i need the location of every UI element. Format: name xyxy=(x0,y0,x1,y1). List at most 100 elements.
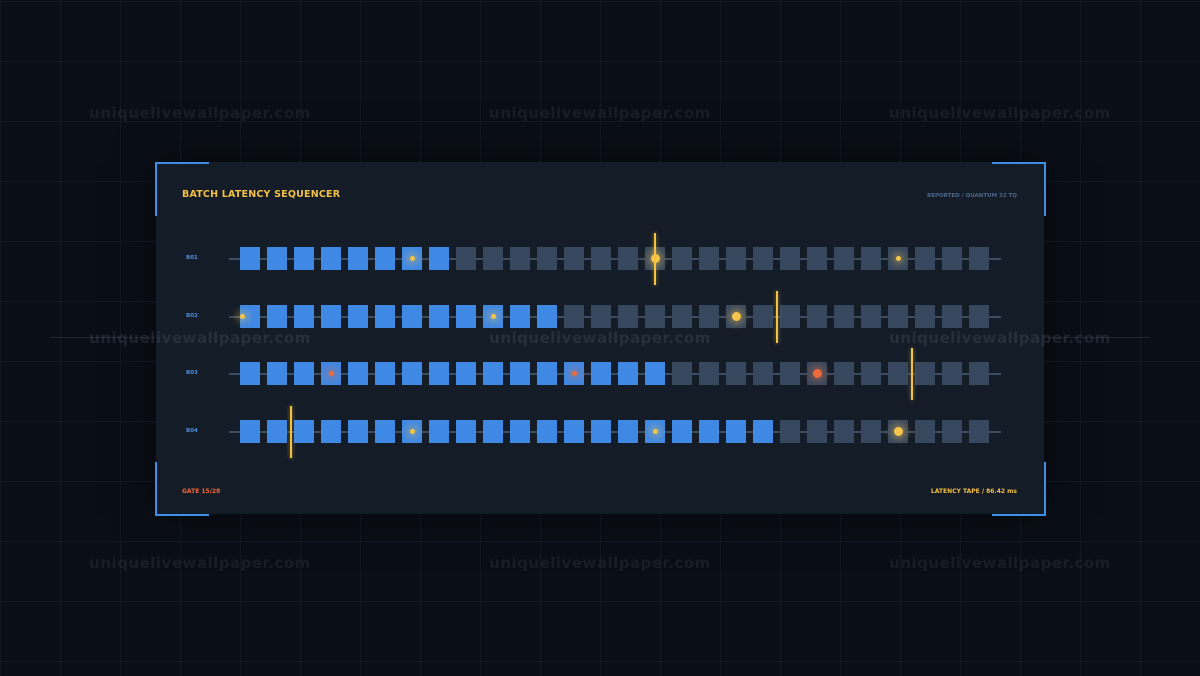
cell-active xyxy=(267,247,287,270)
cell-idle xyxy=(645,305,665,328)
cell-active xyxy=(294,247,314,270)
cell-active xyxy=(294,420,314,443)
cell-active xyxy=(456,362,476,385)
cell-idle xyxy=(915,362,935,385)
cell-active xyxy=(348,247,368,270)
cell-active xyxy=(375,420,395,443)
cell-idle xyxy=(699,305,719,328)
watermark: uniquelivewallpaper.com xyxy=(489,104,711,122)
cell-idle xyxy=(807,305,827,328)
cell-idle xyxy=(753,362,773,385)
gate-status: GATE 15/28 xyxy=(182,488,221,495)
watermark: uniquelivewallpaper.com xyxy=(889,554,1111,572)
latency-marker xyxy=(775,290,778,343)
cell-idle xyxy=(888,362,908,385)
row-label-b03: B03 xyxy=(186,369,198,376)
latency-dot xyxy=(239,314,245,319)
latency-marker xyxy=(654,232,656,285)
cell-idle xyxy=(780,305,800,328)
latency-dot xyxy=(812,369,822,378)
cell-idle xyxy=(807,247,827,270)
cell-idle xyxy=(672,362,692,385)
cell-active xyxy=(348,362,368,385)
cell-idle xyxy=(699,362,719,385)
cell-active xyxy=(429,305,449,328)
cell-idle xyxy=(969,420,989,443)
latency-marker xyxy=(289,405,292,458)
cell-idle xyxy=(834,420,854,443)
watermark: uniquelivewallpaper.com xyxy=(889,329,1111,347)
cell-active xyxy=(483,362,503,385)
latency-dot xyxy=(490,314,496,319)
cell-idle xyxy=(807,420,827,443)
cell-active xyxy=(294,362,314,385)
cell-idle xyxy=(969,362,989,385)
latency-tape-readout: LATENCY TAPE / 86.42 ms xyxy=(930,488,1017,495)
row-label-b04: B04 xyxy=(186,427,198,434)
cell-active xyxy=(537,305,557,328)
cell-active xyxy=(348,420,368,443)
cell-active xyxy=(456,305,476,328)
cell-idle xyxy=(942,362,962,385)
cell-active xyxy=(591,420,611,443)
cell-idle xyxy=(888,305,908,328)
wallpaper-background: uniquelivewallpaper.com uniquelivewallpa… xyxy=(0,0,1200,676)
cell-active xyxy=(267,420,287,443)
panel-subtitle: REPORTED / QUANTUM 32 TQ xyxy=(926,193,1017,199)
latency-dot xyxy=(652,429,658,434)
cell-active xyxy=(456,420,476,443)
cell-idle xyxy=(510,247,530,270)
row-track xyxy=(229,430,1001,433)
cell-active xyxy=(726,420,746,443)
cell-active xyxy=(564,420,584,443)
cell-active xyxy=(402,305,422,328)
cell-active xyxy=(483,420,503,443)
cell-active xyxy=(375,247,395,270)
cell-active xyxy=(375,305,395,328)
cell-active xyxy=(618,420,638,443)
watermark: uniquelivewallpaper.com xyxy=(489,554,711,572)
cell-active xyxy=(591,362,611,385)
cell-idle xyxy=(699,247,719,270)
cell-idle xyxy=(861,247,881,270)
panel-title: BATCH LATENCY SEQUENCER xyxy=(182,189,341,200)
watermark: uniquelivewallpaper.com xyxy=(89,329,311,347)
frame-corner-top-right xyxy=(992,162,1046,216)
cell-idle xyxy=(915,420,935,443)
cell-idle xyxy=(861,420,881,443)
watermark: uniquelivewallpaper.com xyxy=(889,104,1111,122)
cell-active xyxy=(294,305,314,328)
cell-idle xyxy=(969,247,989,270)
row-label-b01: B01 xyxy=(186,254,198,261)
cell-active xyxy=(321,420,341,443)
cell-active xyxy=(402,362,422,385)
cell-active xyxy=(699,420,719,443)
cell-active xyxy=(510,305,530,328)
cell-idle xyxy=(942,247,962,270)
latency-dot xyxy=(731,312,741,321)
cell-idle xyxy=(780,247,800,270)
watermark: uniquelivewallpaper.com xyxy=(89,554,311,572)
cell-idle xyxy=(969,305,989,328)
cell-idle xyxy=(834,247,854,270)
watermark: uniquelivewallpaper.com xyxy=(89,104,311,122)
cell-active xyxy=(321,247,341,270)
row-track xyxy=(229,372,1001,375)
cell-idle xyxy=(672,305,692,328)
cell-idle xyxy=(834,305,854,328)
cell-idle xyxy=(726,362,746,385)
cell-active xyxy=(240,420,260,443)
latency-dot xyxy=(409,429,415,434)
cell-idle xyxy=(618,247,638,270)
cell-active xyxy=(240,362,260,385)
cell-active xyxy=(510,420,530,443)
cell-active xyxy=(537,362,557,385)
latency-dot xyxy=(409,256,415,261)
cell-idle xyxy=(618,305,638,328)
watermark: uniquelivewallpaper.com xyxy=(489,329,711,347)
cell-idle xyxy=(915,247,935,270)
cell-idle xyxy=(564,247,584,270)
cell-active xyxy=(375,362,395,385)
cell-active xyxy=(510,362,530,385)
cell-idle xyxy=(564,305,584,328)
